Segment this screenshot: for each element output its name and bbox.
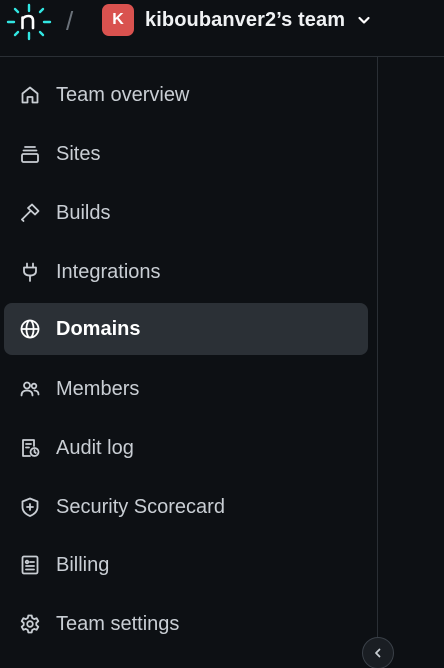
sidebar-item-billing[interactable]: Billing — [4, 539, 368, 591]
sidebar-item-label: Billing — [56, 553, 110, 576]
breadcrumb-separator: / — [66, 6, 74, 36]
sidebar-item-label: Builds — [56, 201, 111, 224]
gear-icon — [18, 612, 42, 636]
audit-log-icon — [18, 436, 42, 460]
sidebar-item-members[interactable]: Members — [4, 363, 368, 415]
hammer-icon — [18, 201, 42, 225]
team-switcher-button[interactable]: K kiboubanver2’s team — [102, 4, 371, 36]
sidebar-nav: Team overview Sites Builds Integrations … — [0, 57, 378, 668]
chevron-down-icon — [357, 13, 371, 27]
plug-icon — [18, 260, 42, 284]
sidebar-item-domains[interactable]: Domains — [4, 303, 368, 355]
app-page: / K kiboubanver2’s team Team overview Si… — [0, 0, 444, 668]
team-name: kiboubanver2’s team — [145, 8, 346, 31]
sidebar-item-label: Integrations — [56, 260, 161, 283]
users-icon — [18, 377, 42, 401]
sidebar-item-security-scorecard[interactable]: Security Scorecard — [4, 481, 368, 533]
sidebar-item-audit-log[interactable]: Audit log — [4, 422, 368, 474]
sidebar-item-integrations[interactable]: Integrations — [4, 246, 368, 298]
top-header: / K kiboubanver2’s team — [0, 0, 444, 57]
layers-icon — [18, 142, 42, 166]
shield-icon — [18, 495, 42, 519]
sidebar-item-label: Audit log — [56, 436, 134, 459]
sidebar-item-label: Team settings — [56, 612, 180, 635]
sidebar-item-team-settings[interactable]: Team settings — [4, 598, 368, 650]
sidebar-item-label: Members — [56, 377, 140, 400]
collapse-sidebar-button[interactable] — [362, 637, 394, 668]
netlify-logo-icon[interactable] — [6, 3, 52, 41]
receipt-icon — [18, 553, 42, 577]
sidebar-item-sites[interactable]: Sites — [4, 128, 368, 180]
globe-icon — [18, 317, 42, 341]
sidebar-item-builds[interactable]: Builds — [4, 187, 368, 239]
sidebar-item-label: Team overview — [56, 83, 190, 106]
home-icon — [18, 83, 42, 107]
sidebar-item-team-overview[interactable]: Team overview — [4, 69, 368, 121]
team-avatar: K — [102, 4, 134, 36]
chevron-left-icon — [372, 647, 384, 659]
sidebar-item-label: Security Scorecard — [56, 495, 225, 518]
sidebar-item-label: Domains — [56, 317, 141, 340]
sidebar-item-label: Sites — [56, 142, 101, 165]
